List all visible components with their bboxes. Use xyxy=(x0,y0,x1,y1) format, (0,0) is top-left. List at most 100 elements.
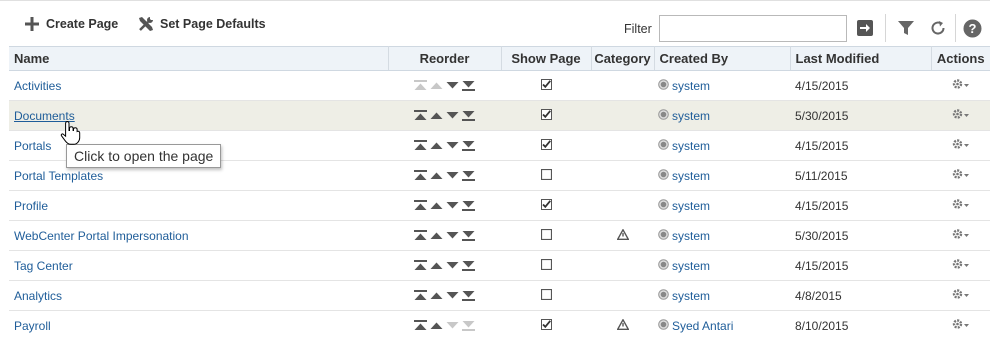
show-page-checkbox[interactable] xyxy=(540,258,552,273)
move-bottom-icon[interactable] xyxy=(462,170,475,181)
move-up-icon[interactable] xyxy=(430,170,443,181)
reorder-cell xyxy=(388,220,501,251)
show-page-checkbox[interactable] xyxy=(540,138,552,153)
move-top-icon[interactable] xyxy=(414,110,427,121)
last-modified-cell: 5/30/2015 xyxy=(790,220,931,251)
create-page-button[interactable]: Create Page xyxy=(22,13,118,35)
show-page-checkbox[interactable] xyxy=(540,108,552,123)
actions-gear-icon[interactable] xyxy=(952,318,970,330)
actions-gear-icon[interactable] xyxy=(952,258,970,270)
user-status-icon xyxy=(658,168,672,183)
move-top-icon[interactable] xyxy=(414,200,427,211)
reorder-cell xyxy=(388,70,501,101)
move-bottom-icon[interactable] xyxy=(462,140,475,151)
move-down-icon[interactable] xyxy=(446,260,459,271)
show-page-cell xyxy=(501,160,591,191)
page-name-link[interactable]: WebCenter Portal Impersonation xyxy=(14,229,189,243)
move-up-icon[interactable] xyxy=(430,140,443,151)
move-bottom-icon[interactable] xyxy=(462,230,475,241)
show-page-checkbox[interactable] xyxy=(540,198,552,213)
move-up-icon[interactable] xyxy=(430,200,443,211)
actions-gear-icon[interactable] xyxy=(952,108,970,120)
column-header-category[interactable]: Category xyxy=(591,46,655,71)
created-by-link[interactable]: system xyxy=(672,199,710,213)
move-down-icon[interactable] xyxy=(446,290,459,301)
created-by-link[interactable]: Syed Antari xyxy=(672,319,733,333)
column-header-name[interactable]: Name xyxy=(9,46,389,71)
created-by-link[interactable]: system xyxy=(672,229,710,243)
move-up-icon[interactable] xyxy=(430,110,443,121)
show-page-checkbox[interactable] xyxy=(540,318,552,333)
set-page-defaults-button[interactable]: Set Page Defaults xyxy=(136,13,266,35)
move-top-icon[interactable] xyxy=(414,140,427,151)
actions-gear-icon[interactable] xyxy=(952,228,970,240)
created-by-link[interactable]: system xyxy=(672,169,710,183)
move-up-icon[interactable] xyxy=(430,230,443,241)
go-arrow-icon[interactable] xyxy=(855,18,875,38)
created-by-link[interactable]: system xyxy=(672,139,710,153)
table-row[interactable]: WebCenter Portal Impersonation system 5/30… xyxy=(9,220,990,251)
column-header-show-page[interactable]: Show Page xyxy=(501,46,592,71)
page-name-link[interactable]: Portals xyxy=(14,139,51,153)
created-by-link[interactable]: system xyxy=(672,79,710,93)
table-row[interactable]: Payroll Syed Antari 8/10/2015 xyxy=(9,310,990,340)
user-status-icon xyxy=(658,288,672,303)
page-name-link[interactable]: Tag Center xyxy=(14,259,73,273)
page-name-link[interactable]: Portal Templates xyxy=(14,169,103,183)
category-cell xyxy=(591,130,654,161)
move-up-icon xyxy=(430,80,443,91)
move-bottom-icon[interactable] xyxy=(462,260,475,271)
move-up-icon[interactable] xyxy=(430,260,443,271)
filter-input[interactable] xyxy=(659,15,847,42)
table-header-row: Name Reorder Show Page Category Created … xyxy=(9,46,990,71)
actions-gear-icon[interactable] xyxy=(952,288,970,300)
table-row[interactable]: Activities system 4/15/2015 xyxy=(9,70,990,101)
created-by-link[interactable]: system xyxy=(672,289,710,303)
page-name-link[interactable]: Analytics xyxy=(14,289,62,303)
move-top-icon[interactable] xyxy=(414,320,427,331)
show-page-checkbox[interactable] xyxy=(540,288,552,303)
table-row[interactable]: Profile system 4/15/2015 xyxy=(9,190,990,221)
column-header-created-by[interactable]: Created By xyxy=(654,46,791,71)
move-down-icon[interactable] xyxy=(446,110,459,121)
page-name-link[interactable]: Activities xyxy=(14,79,61,93)
actions-cell xyxy=(931,100,990,131)
move-bottom-icon[interactable] xyxy=(462,80,475,91)
page-name-link[interactable]: Profile xyxy=(14,199,48,213)
table-row[interactable]: Analytics system 4/8/2015 xyxy=(9,280,990,311)
move-bottom-icon[interactable] xyxy=(462,110,475,121)
actions-gear-icon[interactable] xyxy=(952,198,970,210)
show-page-checkbox[interactable] xyxy=(540,78,552,93)
move-top-icon xyxy=(414,80,427,91)
help-icon[interactable]: ? xyxy=(962,18,982,38)
created-by-cell: system xyxy=(654,130,790,161)
refresh-icon[interactable] xyxy=(928,18,948,38)
reorder-cell xyxy=(388,280,501,311)
page-name-link[interactable]: Payroll xyxy=(14,319,51,333)
move-top-icon[interactable] xyxy=(414,260,427,271)
actions-gear-icon[interactable] xyxy=(952,78,970,90)
table-row[interactable]: Tag Center system 4/15/2015 xyxy=(9,250,990,281)
table-row[interactable]: Documents system 5/30/2015 xyxy=(9,100,990,131)
move-up-icon[interactable] xyxy=(430,290,443,301)
move-bottom-icon[interactable] xyxy=(462,290,475,301)
move-top-icon[interactable] xyxy=(414,290,427,301)
move-down-icon[interactable] xyxy=(446,170,459,181)
move-down-icon[interactable] xyxy=(446,200,459,211)
show-page-checkbox[interactable] xyxy=(540,228,552,243)
last-modified-cell: 5/11/2015 xyxy=(790,160,931,191)
move-down-icon[interactable] xyxy=(446,80,459,91)
move-top-icon[interactable] xyxy=(414,170,427,181)
created-by-link[interactable]: system xyxy=(672,109,710,123)
show-page-checkbox[interactable] xyxy=(540,168,552,183)
move-bottom-icon[interactable] xyxy=(462,200,475,211)
move-down-icon[interactable] xyxy=(446,230,459,241)
actions-gear-icon[interactable] xyxy=(952,138,970,150)
filter-funnel-icon[interactable] xyxy=(896,18,916,38)
created-by-link[interactable]: system xyxy=(672,259,710,273)
actions-gear-icon[interactable] xyxy=(952,168,970,180)
move-up-icon[interactable] xyxy=(430,320,443,331)
move-down-icon[interactable] xyxy=(446,140,459,151)
move-top-icon[interactable] xyxy=(414,230,427,241)
column-header-last-modified[interactable]: Last Modified xyxy=(790,46,932,71)
